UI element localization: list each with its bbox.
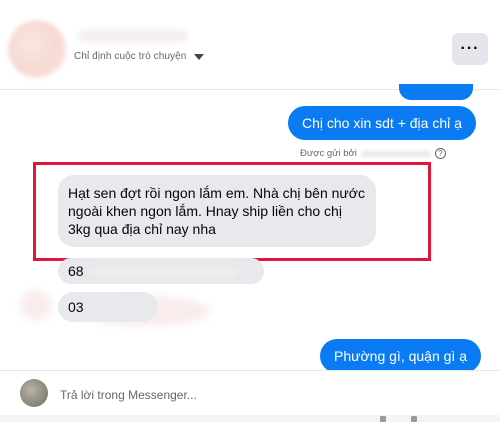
outgoing-message-partial <box>399 84 473 100</box>
scroll-right-icon[interactable] <box>411 416 417 422</box>
horizontal-scrollbar[interactable] <box>0 415 500 422</box>
contact-avatar[interactable] <box>8 20 66 78</box>
incoming-message[interactable]: 03 <box>58 292 158 322</box>
message-text: 03 <box>68 299 84 315</box>
more-options-button[interactable]: ··· <box>452 33 488 65</box>
conversation-header: Chỉ định cuộc trò chuyện ··· <box>0 0 500 90</box>
message-text: Chị cho xin sdt + địa chỉ ạ <box>302 115 462 131</box>
reply-input[interactable]: Trả lời trong Messenger... <box>60 388 197 402</box>
user-avatar <box>20 379 48 407</box>
outgoing-message[interactable]: Chị cho xin sdt + địa chỉ ạ <box>288 106 476 140</box>
messenger-conversation: Chỉ định cuộc trò chuyện ··· Chị cho xin… <box>0 0 500 422</box>
message-composer: Trả lời trong Messenger... <box>0 370 500 422</box>
highlight-annotation-box <box>33 162 431 261</box>
sender-name-redacted <box>360 150 431 157</box>
message-text: 68 <box>68 263 84 279</box>
more-icon: ··· <box>460 40 480 57</box>
contact-name-redacted <box>78 30 188 42</box>
redacted-avatar <box>20 290 52 320</box>
redacted-text <box>87 267 238 278</box>
help-icon[interactable]: ? <box>434 148 446 159</box>
sent-by-label: Được gửi bởi <box>300 148 357 159</box>
scroll-left-icon[interactable] <box>380 416 386 422</box>
assign-conversation-button[interactable]: Chỉ định cuộc trò chuyện <box>74 51 205 62</box>
incoming-message[interactable]: 68 <box>58 258 264 284</box>
sent-by-status: Được gửi bởi ? <box>300 148 446 159</box>
message-text: Phường gì, quận gì ạ <box>334 348 467 364</box>
outgoing-message[interactable]: Phường gì, quận gì ạ <box>320 339 481 373</box>
chevron-down-icon <box>194 53 205 60</box>
assign-conversation-label: Chỉ định cuộc trò chuyện <box>74 51 187 62</box>
